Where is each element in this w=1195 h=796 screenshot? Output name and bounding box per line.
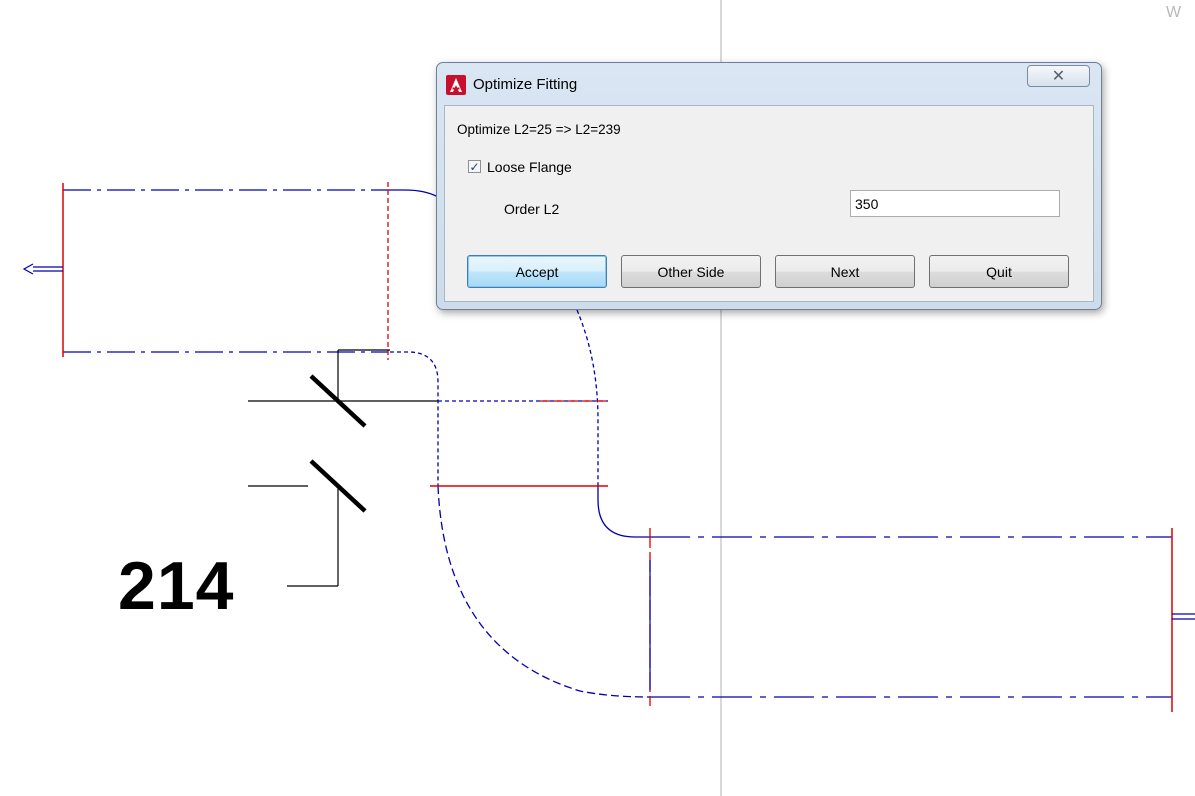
checkmark-icon: ✓ (469, 159, 480, 174)
loose-flange-checkbox[interactable]: ✓ (468, 160, 481, 173)
autocad-app-icon (446, 75, 466, 95)
outlet-arrow-left (22, 263, 63, 275)
order-l2-label: Order L2 (504, 201, 560, 217)
quit-button[interactable]: Quit (929, 255, 1069, 288)
next-button[interactable]: Next (775, 255, 915, 288)
lower-pipe-segment (649, 528, 1173, 712)
order-l2-input[interactable] (850, 190, 1060, 217)
optimize-fitting-dialog: Optimize Fitting ✕ Optimize L2=25 => L2=… (436, 62, 1102, 310)
other-side-button[interactable]: Other Side (621, 255, 761, 288)
outlet-arrow-right (1172, 613, 1195, 620)
dialog-titlebar[interactable]: Optimize Fitting ✕ (437, 63, 1101, 105)
dialog-title: Optimize Fitting (473, 76, 578, 93)
close-button[interactable]: ✕ (1027, 65, 1090, 87)
loose-flange-label[interactable]: Loose Flange (487, 159, 572, 175)
upper-pipe-segment (62, 182, 439, 360)
elbow-fitting (390, 309, 651, 698)
dimension-value: 214 (118, 548, 235, 624)
cropped-corner-text: W (1166, 4, 1182, 21)
close-icon: ✕ (1051, 68, 1066, 85)
dimension-annotation (248, 349, 438, 587)
accept-button[interactable]: Accept (467, 255, 607, 288)
optimize-info-text: Optimize L2=25 => L2=239 (457, 122, 621, 137)
